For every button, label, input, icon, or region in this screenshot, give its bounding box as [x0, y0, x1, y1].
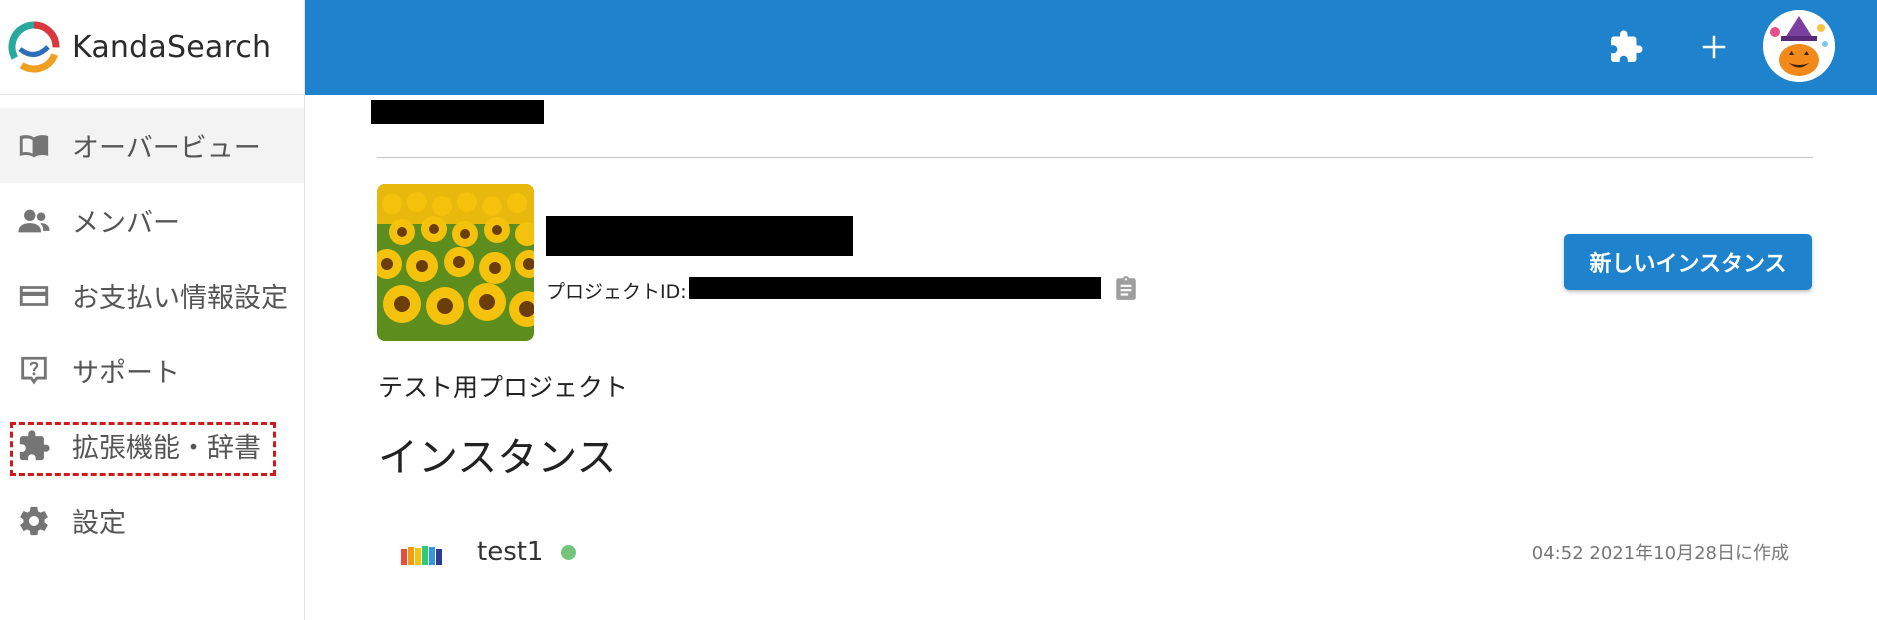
solr-instance-icon: [401, 546, 442, 565]
extensions-button[interactable]: [1601, 22, 1651, 72]
sidebar-item-settings[interactable]: 設定: [0, 483, 304, 558]
sidebar-item-members[interactable]: メンバー: [0, 183, 304, 258]
redacted-project-name: [546, 216, 853, 256]
sidebar-item-billing[interactable]: お支払い情報設定: [0, 258, 304, 333]
sidebar-item-label: お支払い情報設定: [72, 283, 288, 314]
project-description: テスト用プロジェクト: [378, 373, 629, 402]
puzzle-icon: [1611, 30, 1643, 62]
sidebar-item-label: メンバー: [72, 208, 180, 239]
user-avatar[interactable]: [1763, 10, 1835, 82]
project-image: [377, 184, 534, 341]
add-button[interactable]: [1689, 22, 1739, 72]
sidebar-item-label: オーバービュー: [72, 133, 261, 164]
status-indicator: [561, 544, 577, 560]
instances-heading: インスタンス: [378, 435, 617, 481]
project-id-label: プロジェクトID:: [546, 281, 687, 303]
book-icon: [16, 128, 52, 164]
redacted-breadcrumb: [371, 100, 544, 124]
sidebar-item-label: 設定: [72, 508, 126, 539]
top-app-bar: [305, 0, 1877, 95]
credit-card-icon: [16, 278, 52, 314]
divider: [377, 157, 1813, 158]
instance-created-date: 04:52 2021年10月28日に作成: [1531, 543, 1789, 564]
puzzle-icon: [16, 428, 52, 464]
halloween-pumpkin-avatar-icon: [1763, 10, 1835, 82]
gear-icon: [16, 503, 52, 539]
sunflower-field-image: [377, 184, 534, 341]
brand[interactable]: KandaSearch: [0, 0, 304, 95]
sidebar-item-extensions[interactable]: 拡張機能・辞書: [0, 408, 304, 483]
sidebar-item-label: サポート: [72, 358, 180, 389]
help-icon: [16, 353, 52, 389]
redacted-project-id: [689, 277, 1101, 299]
sidebar-item-label: 拡張機能・辞書: [72, 433, 261, 464]
instance-name[interactable]: test1: [477, 537, 543, 567]
sidebar-item-overview[interactable]: オーバービュー: [0, 108, 304, 183]
kandasearch-logo-icon: [8, 21, 60, 73]
main-content: プロジェクトID: 新しいインスタンス テスト用プロジェクト インスタンス te…: [305, 95, 1877, 620]
people-icon: [16, 203, 52, 239]
plus-icon: [1702, 35, 1726, 59]
instance-row[interactable]: test1 04:52 2021年10月28日に作成: [377, 517, 1813, 587]
brand-name: KandaSearch: [72, 29, 272, 65]
sidebar-item-support[interactable]: サポート: [0, 333, 304, 408]
clipboard-copy-icon[interactable]: [1113, 275, 1139, 301]
sidebar-nav: オーバービュー メンバー お支払い情報設定 サポート 拡張機能・辞書 設定: [0, 108, 304, 558]
sidebar: KandaSearch オーバービュー メンバー お支払い情報設定 サポート 拡…: [0, 0, 305, 620]
new-instance-button[interactable]: 新しいインスタンス: [1564, 234, 1812, 290]
